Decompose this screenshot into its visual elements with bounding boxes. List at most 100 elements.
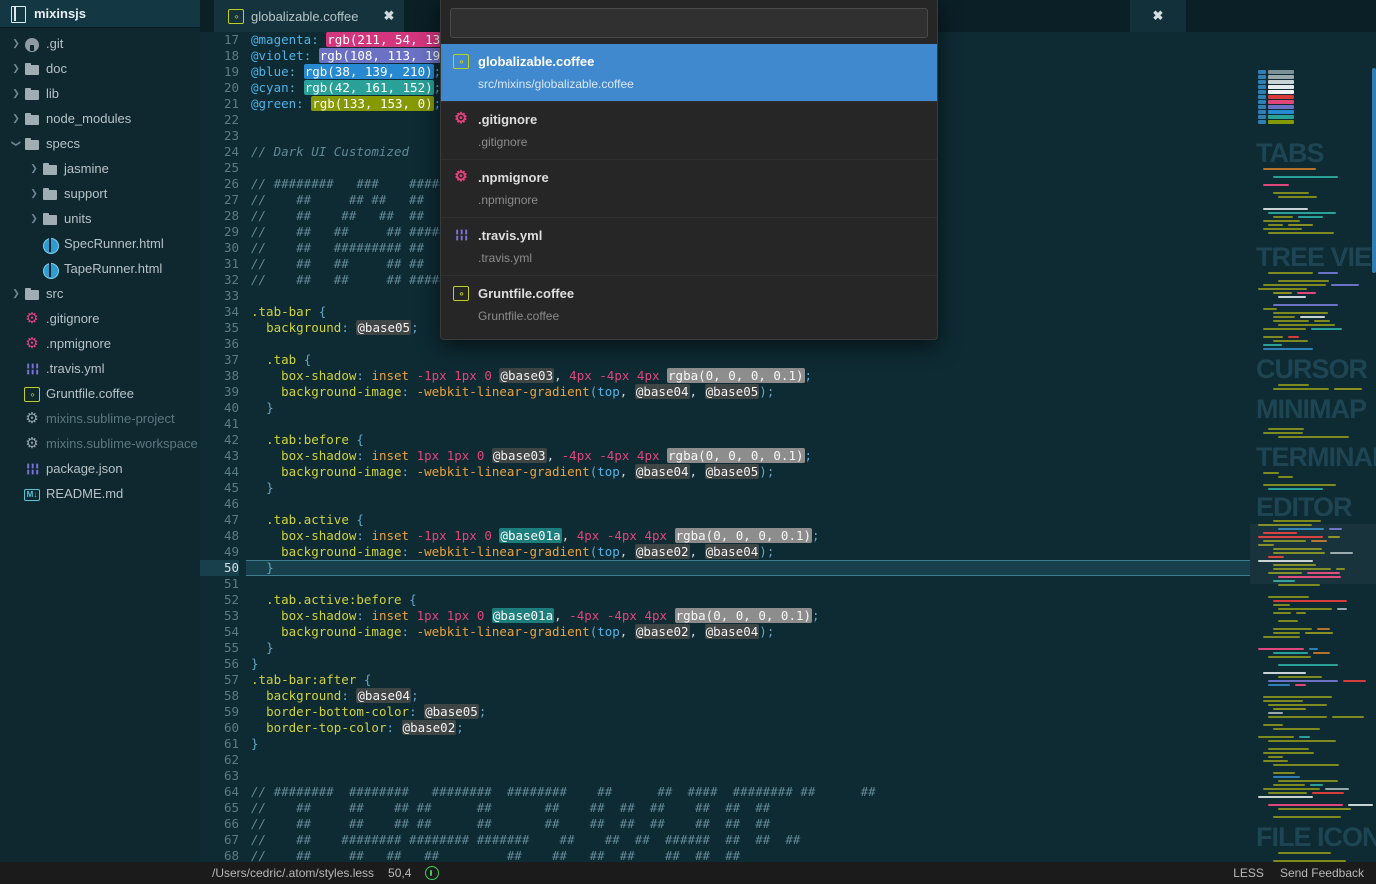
minimap-line	[1278, 476, 1293, 478]
tree-item-mixins-sublime-project[interactable]: mixins.sublime-project	[0, 406, 200, 431]
status-grammar[interactable]: LESS	[1233, 866, 1264, 880]
code-line[interactable]: box-shadow: inset 1px 1px 0 @base03, -4p…	[246, 448, 1376, 464]
code-line[interactable]: box-shadow: inset -1px 1px 0 @base03, 4p…	[246, 368, 1376, 384]
tree-item-taperunner-html[interactable]: TapeRunner.html	[0, 256, 200, 281]
code-line[interactable]: // ######## ######## ######## ######## #…	[246, 784, 1376, 800]
fuzzy-finder-input[interactable]	[450, 8, 928, 38]
fuzzy-finder-modal[interactable]: globalizable.coffee src/mixins/globalizab…	[440, 0, 938, 340]
minimap[interactable]: TABS TREE VIEW CURSOR MINIMAP TERMINAL EDITOR…	[1250, 64, 1376, 862]
status-cursor-position[interactable]: 50,4	[388, 866, 411, 880]
tree-item-support[interactable]: ❯ support	[0, 181, 200, 206]
fuzzy-result-item[interactable]: globalizable.coffee src/mixins/globalizab…	[441, 44, 937, 101]
tree-item-gitignore[interactable]: .gitignore	[0, 306, 200, 331]
fuzzy-result-title-row: .gitignore	[453, 111, 925, 127]
chevron-right-icon[interactable]: ❯	[26, 163, 42, 174]
minimap-line	[1268, 704, 1327, 706]
code-line[interactable]	[246, 768, 1376, 784]
tree-item-label: TapeRunner.html	[64, 261, 163, 276]
code-line[interactable]: border-bottom-color: @base05;	[246, 704, 1376, 720]
tree-item-label: specs	[46, 136, 80, 151]
file-tree[interactable]: ❯ .git ❯ doc ❯ lib ❯ node_modules ❯ specs ❯ jasmine…	[0, 28, 200, 506]
fuzzy-result-name: Gruntfile.coffee	[478, 285, 575, 301]
code-line[interactable]	[246, 496, 1376, 512]
chevron-right-icon[interactable]: ❯	[8, 63, 24, 74]
minimap-line	[1278, 620, 1298, 622]
tree-item-gruntfile-coffee[interactable]: Gruntfile.coffee	[0, 381, 200, 406]
chevron-down-icon[interactable]: ❯	[11, 136, 22, 152]
code-line[interactable]: }	[246, 400, 1376, 416]
github-icon[interactable]	[425, 866, 440, 880]
chevron-right-icon[interactable]: ❯	[26, 188, 42, 199]
code-line[interactable]: box-shadow: inset -1px 1px 0 @base01a, 4…	[246, 528, 1376, 544]
status-file-path[interactable]: /Users/cedric/.atom/styles.less	[212, 866, 374, 880]
tree-item-node-modules[interactable]: ❯ node_modules	[0, 106, 200, 131]
fuzzy-finder-results[interactable]: globalizable.coffee src/mixins/globalizab…	[441, 44, 937, 339]
code-line[interactable]: .tab-bar:after {	[246, 672, 1376, 688]
code-line[interactable]: box-shadow: inset 1px 1px 0 @base01a, -4…	[246, 608, 1376, 624]
code-line[interactable]: .tab {	[246, 352, 1376, 368]
code-line[interactable]	[246, 752, 1376, 768]
code-line[interactable]: // ## ######## ######## ####### ## ## ##…	[246, 832, 1376, 848]
code-line[interactable]: }	[246, 480, 1376, 496]
secondary-tab-close[interactable]: ✖	[1130, 0, 1186, 32]
code-line[interactable]: background-image: -webkit-linear-gradien…	[246, 384, 1376, 400]
line-number: 24	[223, 144, 239, 159]
send-feedback-link[interactable]: Send Feedback	[1280, 866, 1364, 880]
tree-view-sidebar[interactable]: mixinsjs ❯ .git ❯ doc ❯ lib ❯ node_modules ❯ spec…	[0, 0, 200, 862]
tree-item-src[interactable]: ❯ src	[0, 281, 200, 306]
line-number-gutter: 17 18 19 20 21 22 23 24 25 26 27 28 29 30 31 32 33 34 35 36…	[200, 32, 246, 862]
tree-item-lib[interactable]: ❯ lib	[0, 81, 200, 106]
code-line[interactable]: .tab:before {	[246, 432, 1376, 448]
status-bar[interactable]: /Users/cedric/.atom/styles.less 50,4 LES…	[200, 862, 1376, 884]
code-line[interactable]: background: @base04;	[246, 688, 1376, 704]
code-icon	[24, 386, 40, 402]
code-line[interactable]: background-image: -webkit-linear-gradien…	[246, 624, 1376, 640]
tree-item-jasmine[interactable]: ❯ jasmine	[0, 156, 200, 181]
minimap-line	[1258, 70, 1266, 74]
chevron-right-icon[interactable]: ❯	[8, 288, 24, 299]
code-line[interactable]	[246, 576, 1376, 592]
chevron-right-icon[interactable]: ❯	[26, 213, 42, 224]
chevron-right-icon[interactable]: ❯	[8, 113, 24, 124]
code-line[interactable]: }	[246, 640, 1376, 656]
minimap-line	[1273, 312, 1328, 314]
tree-item-npmignore[interactable]: .npmignore	[0, 331, 200, 356]
fuzzy-result-item[interactable]: .gitignore .gitignore	[441, 101, 937, 159]
fuzzy-result-item[interactable]: Gruntfile.coffee Gruntfile.coffee	[441, 275, 937, 333]
fuzzy-result-item[interactable]: .travis.yml .travis.yml	[441, 217, 937, 275]
tree-item-git[interactable]: ❯ .git	[0, 31, 200, 56]
tree-item-mixins-sublime-workspace[interactable]: mixins.sublime-workspace	[0, 431, 200, 456]
tree-item-travis-yml[interactable]: .travis.yml	[0, 356, 200, 381]
code-line[interactable]	[246, 416, 1376, 432]
tree-item-package-json[interactable]: package.json	[0, 456, 200, 481]
chevron-right-icon[interactable]: ❯	[8, 88, 24, 99]
code-line[interactable]: // ## ## ## ## ## ## ## ## ## ## ## ##	[246, 816, 1376, 832]
tree-item-specrunner-html[interactable]: SpecRunner.html	[0, 231, 200, 256]
chevron-right-icon[interactable]: ❯	[8, 38, 24, 49]
code-line[interactable]: border-top-color: @base02;	[246, 720, 1376, 736]
tree-item-units[interactable]: ❯ units	[0, 206, 200, 231]
tab-globalizable-coffee[interactable]: globalizable.coffee ✖	[214, 0, 405, 32]
tree-item-readme-md[interactable]: README.md	[0, 481, 200, 506]
code-line[interactable]: background-image: -webkit-linear-gradien…	[246, 544, 1376, 560]
minimap-section-heading: EDITOR	[1256, 492, 1353, 522]
minimap-line	[1273, 632, 1300, 634]
tab-close-icon[interactable]: ✖	[383, 8, 394, 24]
code-line[interactable]: }	[246, 656, 1376, 672]
minimap-scroll-slider[interactable]	[1372, 68, 1376, 273]
line-number: 31	[223, 256, 239, 271]
minimap-line	[1278, 780, 1338, 782]
project-root-header[interactable]: mixinsjs	[0, 0, 200, 28]
code-line[interactable]: .tab.active {	[246, 512, 1376, 528]
fuzzy-result-item[interactable]: .npmignore .npmignore	[441, 159, 937, 217]
minimap-line	[1258, 120, 1266, 124]
line-number: 26	[223, 176, 239, 191]
tree-item-doc[interactable]: ❯ doc	[0, 56, 200, 81]
code-line[interactable]: }	[246, 736, 1376, 752]
code-line[interactable]: }	[246, 560, 1376, 576]
code-line[interactable]: // ## ## ## ## ## ## ## ## ## ## ## ##	[246, 800, 1376, 816]
tree-item-specs[interactable]: ❯ specs	[0, 131, 200, 156]
code-line[interactable]: background-image: -webkit-linear-gradien…	[246, 464, 1376, 480]
code-line[interactable]: .tab.active:before {	[246, 592, 1376, 608]
code-line[interactable]: // ## ## ## ## ## ## ## ## ## ## ##	[246, 848, 1376, 862]
